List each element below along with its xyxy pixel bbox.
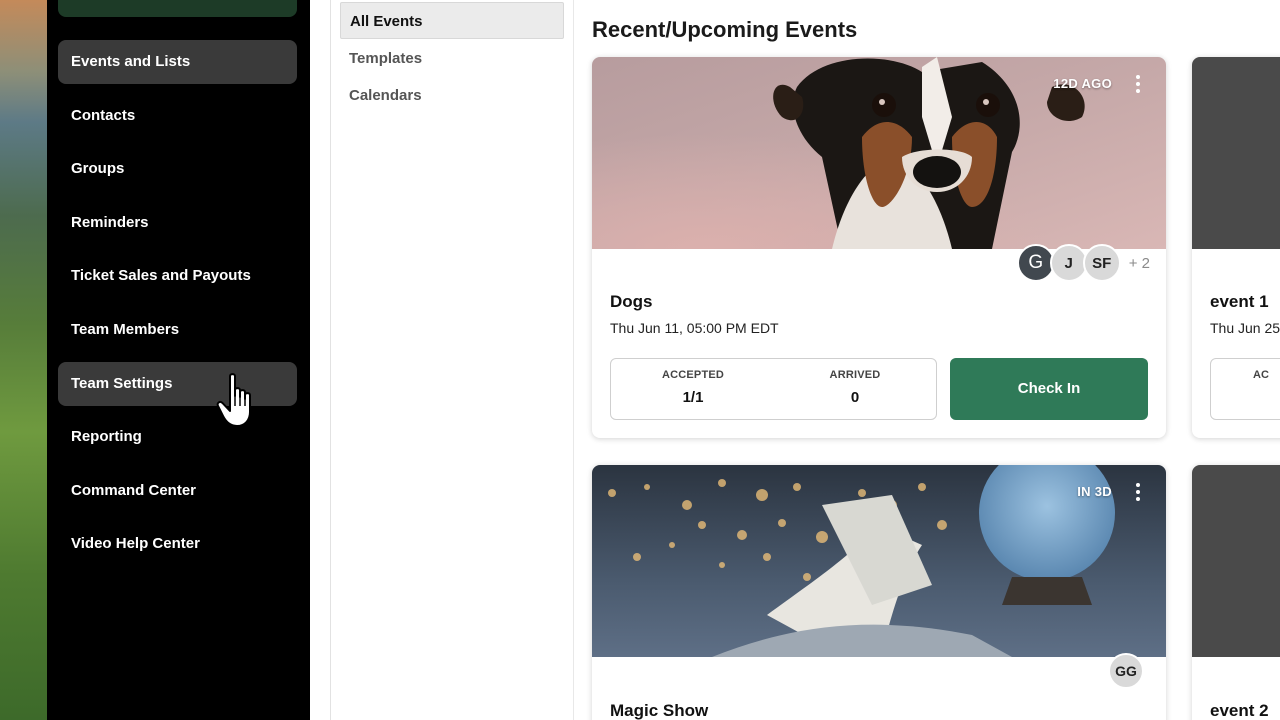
sidebar-item-groups[interactable]: Groups bbox=[58, 147, 297, 191]
event-card[interactable]: 12D AGO G J SF + 2 Dogs Thu Jun 11, 05:0… bbox=[592, 57, 1166, 438]
divider bbox=[330, 0, 331, 720]
event-date: Thu Jun 11, 05:00 PM EDT bbox=[610, 320, 779, 336]
sidebar-item-communications[interactable]: Communications bbox=[58, 0, 297, 17]
event-name: event 1 bbox=[1210, 292, 1269, 311]
subnav-item-templates[interactable]: Templates bbox=[340, 40, 564, 77]
subnav-item-calendars[interactable]: Calendars bbox=[340, 77, 564, 114]
event-cover-image: IN 3D bbox=[592, 465, 1166, 657]
sidebar: Communications Events and Lists Contacts… bbox=[47, 0, 310, 720]
events-subnav: All Events Templates Calendars bbox=[310, 0, 574, 720]
event-name: event 2 bbox=[1210, 701, 1269, 720]
accepted-stat: ACCEPTED 1/1 bbox=[633, 369, 753, 406]
more-options-icon[interactable] bbox=[1130, 73, 1146, 95]
subnav-item-all-events[interactable]: All Events bbox=[340, 2, 564, 39]
more-options-icon[interactable] bbox=[1130, 481, 1146, 503]
arrived-label: ARRIVED bbox=[829, 369, 881, 381]
event-cover-image: 12D AGO bbox=[592, 57, 1166, 249]
event-date: Thu Jun 25 bbox=[1210, 320, 1280, 336]
event-card[interactable]: IN 3D GG Magic Show bbox=[592, 465, 1166, 720]
sidebar-item-team-settings[interactable]: Team Settings bbox=[58, 362, 297, 406]
event-cover-image bbox=[1192, 57, 1280, 249]
event-name: Magic Show bbox=[610, 701, 709, 720]
event-card[interactable]: event 2 bbox=[1192, 465, 1280, 720]
sidebar-item-events-and-lists[interactable]: Events and Lists bbox=[58, 40, 297, 84]
arrived-stat: ARRIVED 0 bbox=[795, 369, 915, 406]
sidebar-item-video-help-center[interactable]: Video Help Center bbox=[58, 522, 297, 566]
avatar: SF bbox=[1082, 244, 1121, 282]
avatar: GG bbox=[1108, 653, 1144, 689]
sidebar-item-contacts[interactable]: Contacts bbox=[58, 94, 297, 138]
sidebar-item-reporting[interactable]: Reporting bbox=[58, 415, 297, 459]
sidebar-item-ticket-sales-and-payouts[interactable]: Ticket Sales and Payouts bbox=[58, 254, 297, 298]
attendee-avatars[interactable]: G J SF + 2 bbox=[1016, 243, 1150, 283]
accepted-value: 1/1 bbox=[682, 389, 704, 406]
check-in-button[interactable]: Check In bbox=[950, 358, 1148, 420]
time-badge: IN 3D bbox=[1077, 484, 1112, 499]
arrived-value: 0 bbox=[850, 389, 860, 406]
accepted-label: ACCEPTED bbox=[661, 369, 725, 381]
desktop-background bbox=[0, 0, 47, 720]
sidebar-item-reminders[interactable]: Reminders bbox=[58, 201, 297, 245]
event-card[interactable]: event 1 Thu Jun 25 AC bbox=[1192, 57, 1280, 438]
event-cover-image bbox=[1192, 465, 1280, 657]
event-name: Dogs bbox=[610, 292, 653, 311]
more-attendees-count: + 2 bbox=[1128, 254, 1150, 272]
sidebar-item-command-center[interactable]: Command Center bbox=[58, 469, 297, 513]
event-stats: ACCEPTED 1/1 ARRIVED 0 bbox=[610, 358, 937, 420]
time-badge: 12D AGO bbox=[1053, 76, 1112, 91]
page-title: Recent/Upcoming Events bbox=[592, 17, 858, 42]
sidebar-item-team-members[interactable]: Team Members bbox=[58, 308, 297, 352]
main-content: Recent/Upcoming Events 12D AGO G J SF + … bbox=[574, 0, 1280, 720]
accepted-label: AC bbox=[1253, 369, 1269, 381]
event-stats: AC bbox=[1210, 358, 1280, 420]
